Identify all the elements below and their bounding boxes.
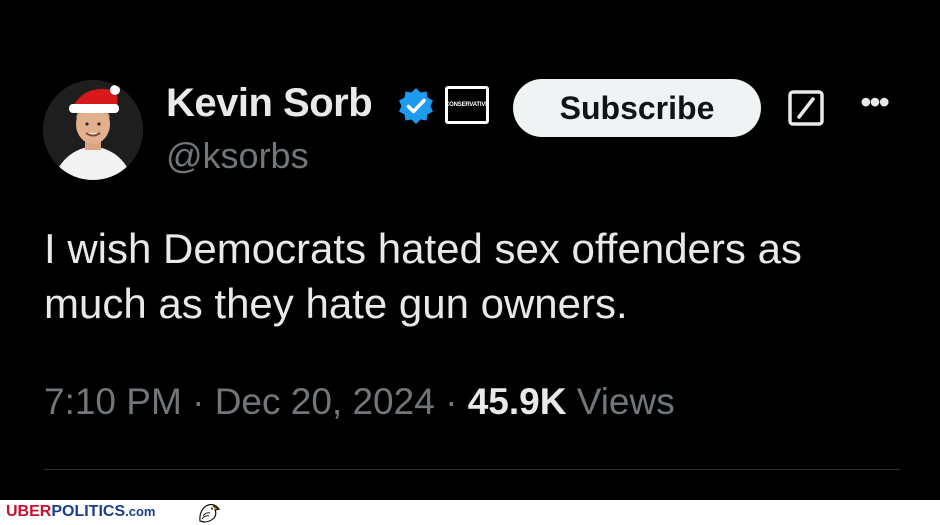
subscribe-button[interactable]: Subscribe <box>513 79 761 137</box>
views-count[interactable]: 45.9K <box>468 381 567 422</box>
author-name[interactable]: Kevin Sorb <box>166 81 373 126</box>
watermark-footer: UBERPOLITICS.com <box>0 500 940 525</box>
tweet-time[interactable]: 7:10 PM <box>44 381 182 422</box>
tweet-date[interactable]: Dec 20, 2024 <box>215 381 435 422</box>
more-options-icon[interactable]: ••• <box>854 86 894 120</box>
tweet-card: Kevin Sorb CONSERVATIVE @ksorbs Subscrib… <box>0 0 940 500</box>
avatar-santa-hat-icon <box>43 80 143 180</box>
views-label: Views <box>576 381 675 422</box>
verified-badge-icon[interactable] <box>396 86 436 126</box>
meta-separator: · <box>445 381 458 422</box>
brand-watermark: UBERPOLITICS.com <box>6 503 156 520</box>
affiliation-badge-label: CONSERVATIVE <box>448 89 486 121</box>
avatar[interactable] <box>43 80 143 180</box>
tweet-text: I wish Democrats hated sex offenders as … <box>44 225 802 327</box>
grok-icon[interactable] <box>786 88 826 128</box>
affiliation-badge[interactable]: CONSERVATIVE <box>445 86 489 124</box>
tweet-meta: 7:10 PM · Dec 20, 2024 · 45.9K Views <box>44 381 675 423</box>
meta-separator: · <box>192 381 205 422</box>
divider <box>44 469 900 470</box>
eagle-logo-icon <box>199 503 221 523</box>
author-handle[interactable]: @ksorbs <box>166 135 309 177</box>
